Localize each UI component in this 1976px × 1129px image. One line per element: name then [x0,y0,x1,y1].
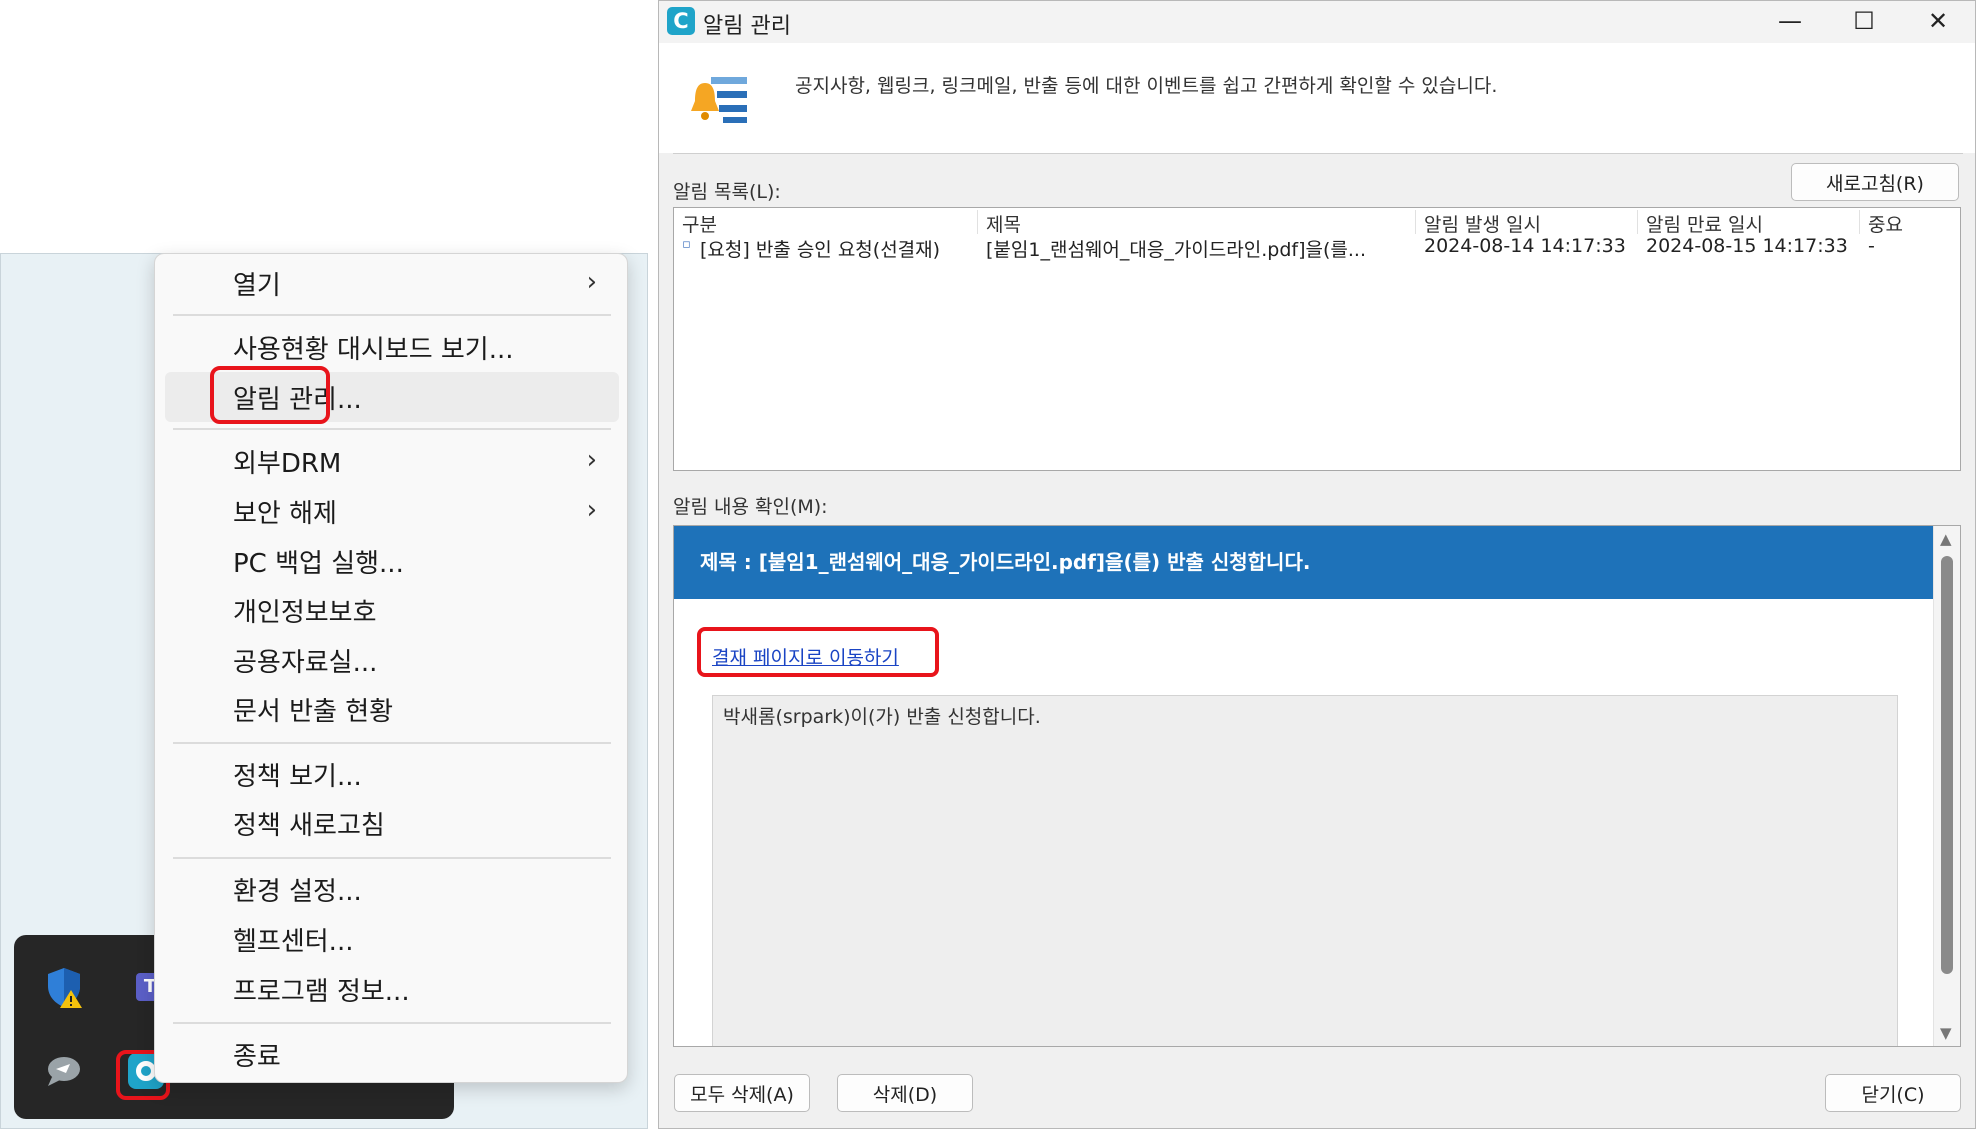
menu-separator [173,742,611,744]
menu-separator [173,857,611,859]
menu-item-view-policy[interactable]: 정책 보기... [165,749,619,799]
column-header-title[interactable]: 제목 [978,210,1416,236]
chevron-right-icon: › [586,267,597,297]
detail-label: 알림 내용 확인(M): [673,496,828,518]
menu-item-security-release[interactable]: 보안 해제 › [165,486,619,536]
menu-item-refresh-policy[interactable]: 정책 새로고침 [165,798,619,848]
menu-item-label: 정책 새로고침 [233,810,385,841]
menu-item-shared-library[interactable]: 공용자료실... [165,635,619,685]
menu-item-pc-backup[interactable]: PC 백업 실행... [165,536,619,586]
menu-highlight-box [210,366,330,424]
notification-detail-panel: 제목 : [붙임1_랜섬웨어_대응_가이드라인.pdf]을(를) 반출 신청합니… [673,525,1961,1047]
link-highlight-box [697,627,939,677]
menu-item-settings[interactable]: 환경 설정... [165,864,619,914]
maximize-button[interactable]: ☐ [1827,1,1901,43]
menu-item-label: 헬프센터... [233,926,354,957]
menu-item-usage-dashboard[interactable]: 사용현황 대시보드 보기... [165,322,619,372]
menu-item-label: 개인정보보호 [233,597,377,628]
menu-item-label: 외부DRM [233,448,342,479]
menu-item-label: 보안 해제 [233,498,337,529]
column-header-important[interactable]: 중요 [1860,210,1920,236]
chevron-right-icon: › [586,495,597,525]
delete-all-button[interactable]: 모두 삭제(A) [674,1074,810,1112]
menu-item-exit[interactable]: 종료 [165,1029,619,1079]
column-header-created[interactable]: 알림 발생 일시 [1416,210,1638,236]
menu-item-label: 열기 [233,270,281,301]
window-title: 알림 관리 [703,14,791,39]
menu-item-open[interactable]: 열기 › [165,258,619,308]
menu-item-label: 문서 반출 현황 [233,696,394,727]
menu-item-label: 사용현황 대시보드 보기... [233,334,514,365]
header-divider [673,153,1963,154]
menu-item-export-status[interactable]: 문서 반출 현황 [165,684,619,734]
chat-bubble-icon[interactable] [40,1047,88,1095]
document-icon: ▫ [682,237,691,252]
menu-item-external-drm[interactable]: 외부DRM › [165,436,619,486]
row-title: [붙임1_랜섬웨어_대응_가이드라인.pdf]을(를... [986,239,1366,261]
menu-separator [173,428,611,430]
delete-button[interactable]: 삭제(D) [837,1074,973,1112]
scrollbar-thumb[interactable] [1941,556,1953,974]
app-logo-icon: C [667,7,695,35]
menu-item-label: PC 백업 실행... [233,548,404,579]
menu-separator [173,1022,611,1024]
menu-item-program-info[interactable]: 프로그램 정보... [165,964,619,1014]
row-important: - [1868,235,1875,257]
menu-item-label: 프로그램 정보... [233,976,410,1007]
row-type: [요청] 반출 승인 요청(선결재) [700,239,941,261]
refresh-button[interactable]: 새로고침(R) [1791,163,1959,201]
column-header-expires[interactable]: 알림 만료 일시 [1638,210,1860,236]
detail-body-text: 박새롬(srpark)이(가) 반출 신청합니다. [723,706,1041,728]
scroll-down-arrow-icon[interactable]: ▼ [1940,1024,1952,1042]
menu-item-label: 종료 [233,1041,281,1072]
list-label: 알림 목록(L): [673,181,781,203]
notification-list[interactable]: 구분 제목 알림 발생 일시 알림 만료 일시 중요 ▫ [요청] 반출 승인 … [673,207,1961,471]
windows-security-icon[interactable] [40,963,88,1011]
table-row[interactable]: ▫ [요청] 반출 승인 요청(선결재) [붙임1_랜섬웨어_대응_가이드라인.… [674,235,1960,261]
notification-manager-window: C 알림 관리 — ☐ ✕ 공지사항, 웹링크, 링크메일, 반출 등에 대한 … [658,0,1976,1129]
menu-item-label: 정책 보기... [233,761,362,792]
menu-item-label: 공용자료실... [233,647,378,678]
bell-list-icon [689,71,751,127]
chevron-right-icon: › [586,445,597,475]
detail-scrollbar[interactable]: ▲ ▼ [1933,526,1960,1046]
close-window-button[interactable]: ✕ [1901,1,1975,43]
close-button[interactable]: 닫기(C) [1825,1074,1961,1112]
menu-item-help-center[interactable]: 헬프센터... [165,914,619,964]
header-panel: 공지사항, 웹링크, 링크메일, 반출 등에 대한 이벤트를 쉽고 간편하게 확… [659,43,1975,153]
row-created: 2024-08-14 14:17:33 [1424,235,1626,257]
detail-title-bar: 제목 : [붙임1_랜섬웨어_대응_가이드라인.pdf]을(를) 반출 신청합니… [674,526,1935,599]
menu-item-label: 환경 설정... [233,876,362,907]
menu-separator [173,314,611,316]
detail-body-box: 박새롬(srpark)이(가) 반출 신청합니다. [712,695,1898,1046]
minimize-button[interactable]: — [1753,1,1827,43]
row-expires: 2024-08-15 14:17:33 [1646,235,1848,257]
description-text: 공지사항, 웹링크, 링크메일, 반출 등에 대한 이벤트를 쉽고 간편하게 확… [795,75,1498,97]
title-bar: C 알림 관리 — ☐ ✕ [659,1,1975,43]
menu-item-privacy[interactable]: 개인정보보호 [165,585,619,635]
scroll-up-arrow-icon[interactable]: ▲ [1940,530,1952,548]
column-header-type[interactable]: 구분 [674,210,978,236]
